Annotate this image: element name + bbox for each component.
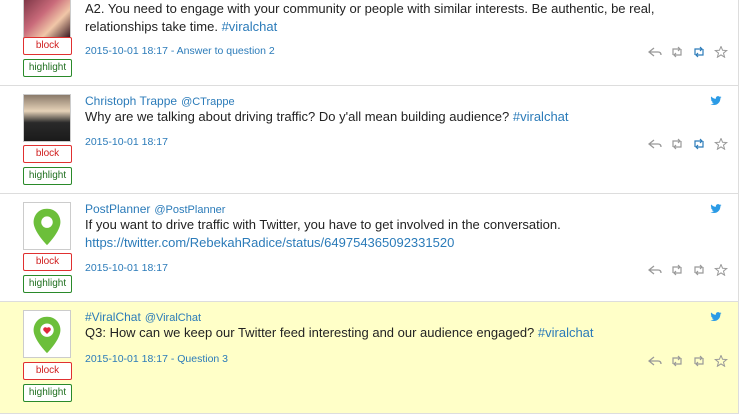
retweet-icon[interactable] [670, 355, 684, 367]
reply-icon[interactable] [648, 46, 662, 58]
avatar [23, 0, 71, 38]
tweet-body: Q3: How can we keep our Twitter feed int… [85, 325, 538, 340]
avatar [23, 202, 71, 250]
tweet-actions [648, 46, 728, 58]
tweet-actions [648, 355, 728, 367]
tweet-text: Q3: How can we keep our Twitter feed int… [85, 324, 725, 342]
tweet-text: A2. You need to engage with your communi… [85, 0, 725, 36]
quote-retweet-icon[interactable] [692, 46, 706, 58]
tweet-text: Why are we talking about driving traffic… [85, 108, 725, 126]
twitter-bird-icon [710, 96, 722, 106]
tweet-text: If you want to drive traffic with Twitte… [85, 216, 725, 252]
heart-pin-logo-icon [33, 316, 61, 354]
block-button[interactable]: block [23, 37, 72, 55]
tweet-timestamp[interactable]: 2015-10-01 18:17 - Question 3 [85, 353, 228, 365]
map-pin-logo-icon [33, 208, 61, 246]
reply-icon[interactable] [648, 355, 662, 367]
tweet-body: Why are we talking about driving traffic… [85, 109, 513, 124]
author-line: PostPlanner @PostPlanner [85, 202, 225, 216]
retweet-icon[interactable] [670, 264, 684, 276]
favorite-star-icon[interactable] [714, 355, 728, 367]
highlight-button[interactable]: highlight [23, 167, 72, 185]
tweet-timestamp[interactable]: 2015-10-01 18:17 [85, 136, 168, 148]
author-name[interactable]: Christoph Trappe [85, 94, 177, 108]
author-handle[interactable]: @CTrappe [181, 96, 235, 108]
tweet-item: block highlight A2. You need to engage w… [0, 0, 738, 86]
author-name[interactable]: #ViralChat [85, 310, 141, 324]
quote-retweet-icon[interactable] [692, 138, 706, 150]
reply-icon[interactable] [648, 138, 662, 150]
hashtag-link[interactable]: #viralchat [222, 19, 278, 34]
photo-avatar-icon [24, 0, 70, 37]
quote-retweet-icon[interactable] [692, 355, 706, 367]
quote-retweet-icon[interactable] [692, 264, 706, 276]
retweet-icon[interactable] [670, 46, 684, 58]
tweet-actions [648, 138, 728, 150]
avatar [23, 94, 71, 142]
hashtag-link[interactable]: #viralchat [538, 325, 594, 340]
tweet-item: block highlight Christoph Trappe @CTrappe… [0, 86, 738, 194]
tweet-timestamp[interactable]: 2015-10-01 18:17 - Answer to question 2 [85, 45, 275, 57]
author-line: Christoph Trappe @CTrappe [85, 94, 235, 108]
twitter-bird-icon [710, 204, 722, 214]
block-button[interactable]: block [23, 253, 72, 271]
favorite-star-icon[interactable] [714, 46, 728, 58]
favorite-star-icon[interactable] [714, 138, 728, 150]
author-handle[interactable]: @ViralChat [145, 312, 201, 324]
tweet-actions [648, 264, 728, 276]
highlight-button[interactable]: highlight [23, 59, 72, 77]
tweet-body: If you want to drive traffic with Twitte… [85, 217, 561, 232]
author-line: #ViralChat @ViralChat [85, 310, 201, 324]
author-handle[interactable]: @PostPlanner [154, 204, 225, 216]
retweet-icon[interactable] [670, 138, 684, 150]
tweet-body: A2. You need to engage with your communi… [85, 1, 655, 34]
photo-avatar-icon [24, 95, 70, 141]
tweet-timestamp[interactable]: 2015-10-01 18:17 [85, 262, 168, 274]
hashtag-link[interactable]: #viralchat [513, 109, 569, 124]
tweet-item-highlighted: block highlight #ViralChat @ViralChat Q3:… [0, 302, 738, 414]
reply-icon[interactable] [648, 264, 662, 276]
tweet-item: block highlight PostPlanner @PostPlanner … [0, 194, 738, 302]
twitter-bird-icon [710, 312, 722, 322]
tweet-feed: block highlight A2. You need to engage w… [0, 0, 739, 414]
block-button[interactable]: block [23, 362, 72, 380]
author-name[interactable]: PostPlanner [85, 202, 150, 216]
highlight-button[interactable]: highlight [23, 275, 72, 293]
highlight-button[interactable]: highlight [23, 384, 72, 402]
favorite-star-icon[interactable] [714, 264, 728, 276]
avatar [23, 310, 71, 358]
status-link[interactable]: https://twitter.com/RebekahRadice/status… [85, 234, 725, 252]
block-button[interactable]: block [23, 145, 72, 163]
